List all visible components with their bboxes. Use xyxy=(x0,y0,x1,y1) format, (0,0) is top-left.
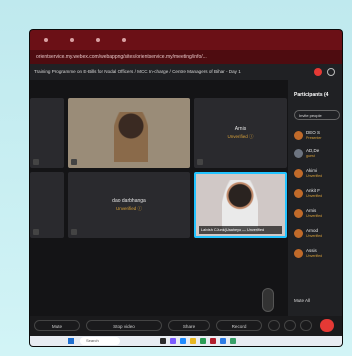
mic-icon xyxy=(33,159,39,165)
recording-indicator-icon xyxy=(314,68,322,76)
taskbar-app-icon[interactable] xyxy=(230,338,236,344)
avatar xyxy=(294,209,303,218)
taskbar-app-icon[interactable] xyxy=(210,338,216,344)
video-grid: Arnis Unverified ⓘ dao darbhanga Unverif… xyxy=(30,80,288,316)
video-tile[interactable] xyxy=(30,98,64,168)
apps-icon[interactable] xyxy=(284,320,296,331)
invite-people-button[interactable]: Invite people xyxy=(294,110,340,120)
windows-start-icon[interactable] xyxy=(68,338,74,344)
video-tile[interactable]: Arnis Unverified ⓘ xyxy=(194,98,287,168)
taskbar-app-icon[interactable] xyxy=(160,338,166,344)
taskbar-search[interactable]: Search xyxy=(80,337,120,345)
meeting-toolbar: Mute Stop video Share Record xyxy=(30,316,342,336)
taskbar-app-icon[interactable] xyxy=(200,338,206,344)
tile-status: Unverified ⓘ xyxy=(227,134,254,139)
video-tile-active-speaker[interactable]: Lalvish CJunk(Uaaheyo — Unverified xyxy=(194,172,287,238)
record-button[interactable]: Record xyxy=(216,320,262,331)
video-tile[interactable] xyxy=(68,98,190,168)
participant-video xyxy=(222,180,258,232)
folder-icon[interactable] xyxy=(190,338,196,344)
participant-role: Unverified xyxy=(306,214,323,218)
participant-name: Arnod xyxy=(306,228,319,233)
participant-item[interactable]: DEO S Presenter xyxy=(294,128,342,144)
participant-role: Presenter xyxy=(306,136,322,140)
avatar xyxy=(294,149,303,158)
avatar xyxy=(294,229,303,238)
tab-icon[interactable] xyxy=(122,38,126,42)
browser-tab-strip xyxy=(30,30,342,50)
mic-icon xyxy=(33,229,39,235)
participants-panel: Participants (4 Invite people DEO S Pres… xyxy=(288,80,342,316)
participant-name: AD,De xyxy=(306,148,320,153)
participant-name: DEO S xyxy=(306,130,321,135)
windows-taskbar: Search xyxy=(30,336,342,346)
participant-role: Unverified xyxy=(306,194,323,198)
video-tile[interactable] xyxy=(30,172,64,238)
participant-item[interactable]: Assis Unverified xyxy=(294,246,342,262)
taskbar-app-icon[interactable] xyxy=(170,338,176,344)
tab-icon[interactable] xyxy=(70,38,74,42)
stop-video-button[interactable]: Stop video xyxy=(86,320,162,331)
participant-item[interactable]: Ankit F Unverified xyxy=(294,186,342,202)
tile-status: Unverified ⓘ xyxy=(115,206,142,211)
participant-role: Unverified xyxy=(306,174,323,178)
end-call-button[interactable] xyxy=(320,319,334,332)
mic-icon xyxy=(71,159,77,165)
address-bar[interactable]: orientservice.my.webex.com/webappng/site… xyxy=(30,50,342,64)
more-options-icon[interactable] xyxy=(300,320,312,331)
meeting-title: Training Programme on E-Bills for Nodal … xyxy=(30,64,342,80)
participant-name: Akimi xyxy=(306,168,317,173)
avatar xyxy=(294,189,303,198)
mic-icon xyxy=(71,229,77,235)
mute-button[interactable]: Mute xyxy=(34,320,80,331)
reactions-icon[interactable] xyxy=(268,320,280,331)
participant-name: Assis xyxy=(306,248,317,253)
participant-role: Unverified xyxy=(306,254,323,258)
avatar xyxy=(294,249,303,258)
scroll-down-button[interactable] xyxy=(262,288,274,312)
mic-icon xyxy=(197,159,203,165)
participant-video xyxy=(114,112,148,162)
participant-role: Unverified xyxy=(306,234,323,238)
tab-icon[interactable] xyxy=(44,38,48,42)
participant-item[interactable]: Akimi Unverified xyxy=(294,166,342,182)
video-tile[interactable]: dao darbhanga Unverified ⓘ xyxy=(68,172,190,238)
mute-all-button[interactable]: Mute All xyxy=(294,298,310,303)
participant-item[interactable]: AD,De guest xyxy=(294,146,342,162)
tab-icon[interactable] xyxy=(96,38,100,42)
settings-icon[interactable] xyxy=(327,68,335,76)
taskbar-app-icon[interactable] xyxy=(220,338,226,344)
taskbar-app-icon[interactable] xyxy=(180,338,186,344)
participants-title: Participants (4 xyxy=(294,92,329,98)
laptop-screen: orientservice.my.webex.com/webappng/site… xyxy=(30,30,342,346)
participant-name: Arnis xyxy=(306,208,317,213)
share-button[interactable]: Share xyxy=(168,320,210,331)
tile-name: dao darbhanga xyxy=(112,198,146,204)
participant-item[interactable]: Arnod Unverified xyxy=(294,226,342,242)
participant-role: guest xyxy=(306,154,315,158)
avatar xyxy=(294,131,303,140)
participant-item[interactable]: Arnis Unverified xyxy=(294,206,342,222)
tile-nametag: Lalvish CJunk(Uaaheyo — Unverified xyxy=(199,226,282,234)
tile-name: Arnis xyxy=(234,126,247,132)
participant-name: Ankit F xyxy=(306,188,321,193)
avatar xyxy=(294,169,303,178)
